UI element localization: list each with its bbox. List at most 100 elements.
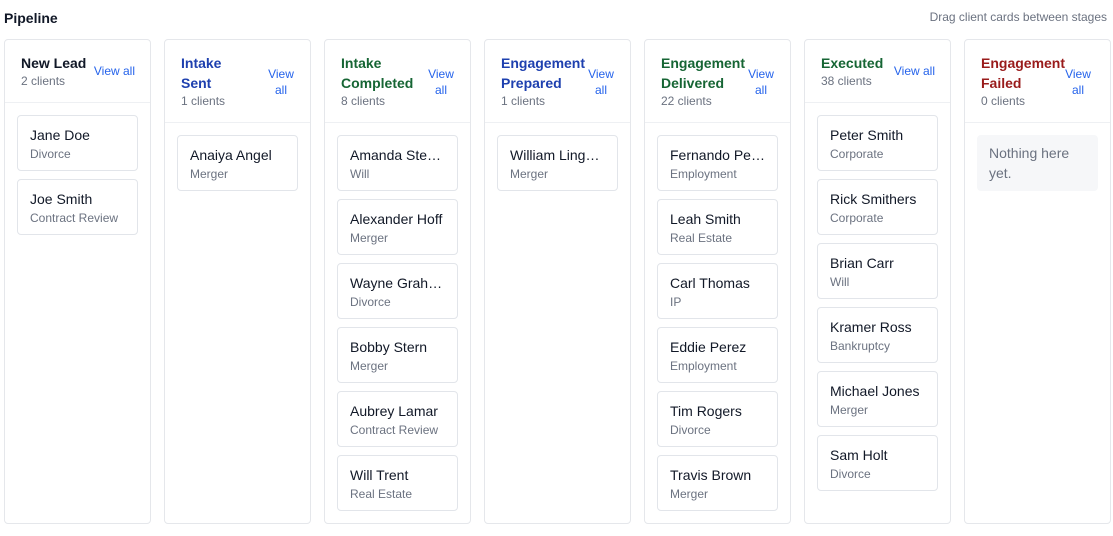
client-name: Eddie Perez [670,339,747,355]
matter-type: Real Estate [670,231,733,245]
column-title: Engagement Prepared [501,55,586,91]
client-name: William Ling… [510,147,600,163]
client-card[interactable]: Amanda Ste… Will [337,135,458,191]
client-card[interactable]: Sam Holt Divorce [817,435,938,491]
matter-type: Merger [510,167,549,181]
client-name: Bobby Stern [350,339,428,355]
column-engagement-delivered[interactable]: Engagement Delivered 22 clients View all… [644,39,791,524]
column-title: Intake Sent [181,55,222,91]
card-list: Anaiya Angel Merger [165,123,310,191]
client-name: Kramer Ross [830,319,912,335]
column-header: Intake Completed 8 clients View all [325,40,470,123]
matter-type: Bankruptcy [830,339,891,353]
client-card[interactable]: Fernando Pe… Employment [657,135,778,191]
client-card[interactable]: Michael Jones Merger [817,371,938,427]
matter-type: Divorce [670,423,711,437]
card-list: Peter Smith Corporate Rick Smithers Corp… [805,103,950,491]
matter-type: Contract Review [30,211,119,225]
client-name: Aubrey Lamar [350,403,438,419]
matter-type: Divorce [30,147,71,161]
column-header: Engagement Failed 0 clients View all [965,40,1110,123]
empty-state: Nothing here yet. [977,135,1098,191]
client-name: Anaiya Angel [190,147,272,163]
client-name: Travis Brown [670,467,752,483]
client-card[interactable]: Travis Brown Merger [657,455,778,511]
column-title: Engagement Delivered [661,55,746,91]
client-card[interactable]: Wayne Grah… Divorce [337,263,458,319]
page-title: Pipeline [4,10,58,26]
column-title: Engagement Failed [981,55,1066,91]
column-title: New Lead [21,55,87,71]
column-engagement-failed[interactable]: Engagement Failed 0 clients View all Not… [964,39,1111,524]
matter-type: Divorce [350,295,391,309]
client-card[interactable]: William Ling… Merger [497,135,618,191]
client-card[interactable]: Carl Thomas IP [657,263,778,319]
client-card[interactable]: Will Trent Real Estate [337,455,458,511]
column-title: Executed [821,55,884,71]
client-name: Michael Jones [830,383,920,399]
matter-type: Merger [830,403,869,417]
client-card[interactable]: Kramer Ross Bankruptcy [817,307,938,363]
matter-type: Corporate [830,211,884,225]
view-all-link[interactable]: View all [586,66,616,98]
matter-type: Employment [670,359,737,373]
column-header: Executed 38 clients View all [805,40,950,103]
client-card[interactable]: Aubrey Lamar Contract Review [337,391,458,447]
column-title: Intake Completed [341,55,414,91]
client-card[interactable]: Jane Doe Divorce [17,115,138,171]
view-all-link[interactable]: View all [94,63,135,79]
client-card[interactable]: Bobby Stern Merger [337,327,458,383]
column-header: Engagement Prepared 1 clients View all [485,40,630,123]
column-executed[interactable]: Executed 38 clients View all Peter Smith… [804,39,951,524]
card-list: Amanda Ste… Will Alexander Hoff Merger W… [325,123,470,511]
pipeline-board: New Lead 2 clients View all Jane Doe Div… [4,39,1111,524]
drag-hint: Drag client cards between stages [929,10,1107,24]
client-name: Brian Carr [830,255,894,271]
client-name: Leah Smith [670,211,741,227]
client-card[interactable]: Alexander Hoff Merger [337,199,458,255]
client-card[interactable]: Anaiya Angel Merger [177,135,298,191]
card-list: Fernando Pe… Employment Leah Smith Real … [645,123,790,511]
column-new-lead[interactable]: New Lead 2 clients View all Jane Doe Div… [4,39,151,524]
client-name: Amanda Ste… [350,147,442,163]
client-name: Alexander Hoff [350,211,443,227]
client-card[interactable]: Rick Smithers Corporate [817,179,938,235]
column-intake-sent[interactable]: Intake Sent 1 clients View all Anaiya An… [164,39,311,524]
matter-type: Will [830,275,850,289]
matter-type: IP [670,295,682,309]
view-all-link[interactable]: View all [426,66,456,98]
client-name: Will Trent [350,467,409,483]
matter-type: Merger [190,167,229,181]
matter-type: Merger [670,487,709,501]
top-bar: Pipeline Drag client cards between stage… [0,0,1113,36]
matter-type: Merger [350,359,389,373]
column-header: Intake Sent 1 clients View all [165,40,310,123]
view-all-link[interactable]: View all [1063,66,1093,98]
client-name: Jane Doe [30,127,90,143]
column-header: Engagement Delivered 22 clients View all [645,40,790,123]
matter-type: Real Estate [350,487,413,501]
client-card[interactable]: Tim Rogers Divorce [657,391,778,447]
matter-type: Merger [350,231,389,245]
client-card[interactable]: Joe Smith Contract Review [17,179,138,235]
column-intake-completed[interactable]: Intake Completed 8 clients View all Aman… [324,39,471,524]
client-name: Tim Rogers [670,403,742,419]
client-card[interactable]: Leah Smith Real Estate [657,199,778,255]
client-name: Carl Thomas [670,275,750,291]
view-all-link[interactable]: View all [266,66,296,98]
client-card[interactable]: Peter Smith Corporate [817,115,938,171]
client-card[interactable]: Brian Carr Will [817,243,938,299]
matter-type: Employment [670,167,737,181]
card-list: William Ling… Merger [485,123,630,191]
column-engagement-prepared[interactable]: Engagement Prepared 1 clients View all W… [484,39,631,524]
client-name: Joe Smith [30,191,93,207]
client-card[interactable]: Eddie Perez Employment [657,327,778,383]
view-all-link[interactable]: View all [894,63,935,79]
view-all-link[interactable]: View all [746,66,776,98]
client-name: Peter Smith [830,127,904,143]
matter-type: Will [350,167,370,181]
client-name: Rick Smithers [830,191,917,207]
matter-type: Corporate [830,147,884,161]
matter-type: Divorce [830,467,871,481]
client-name: Wayne Grah… [350,275,443,291]
